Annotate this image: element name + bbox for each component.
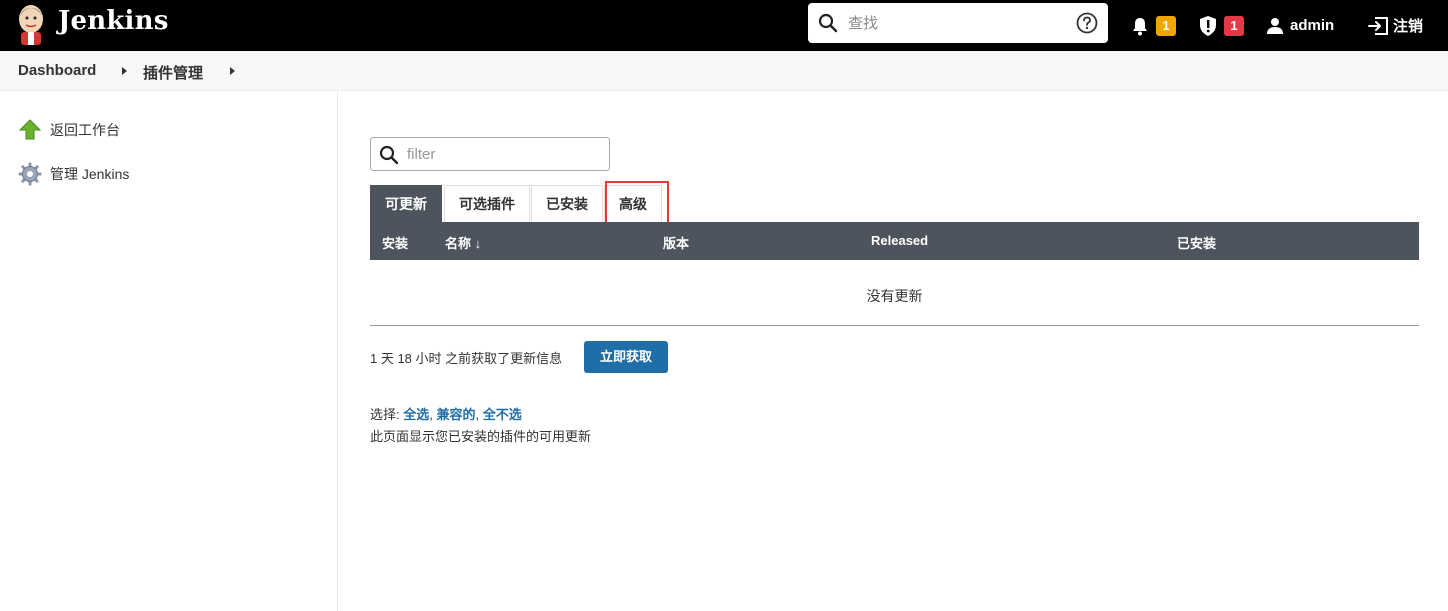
column-header-install[interactable]: 安装 xyxy=(382,233,408,252)
sidebar-item-back-to-dashboard[interactable]: 返回工作台 xyxy=(18,118,120,142)
table-empty-row: 没有更新 xyxy=(370,260,1419,326)
logout-icon xyxy=(1368,16,1388,35)
top-header: Jenkins 1 1 admin xyxy=(0,0,1448,51)
brand-title[interactable]: Jenkins xyxy=(58,6,169,36)
breadcrumb: Dashboard 插件管理 xyxy=(0,51,1448,91)
fetch-now-button[interactable]: 立即获取 xyxy=(584,341,668,373)
search-input[interactable] xyxy=(848,9,1068,37)
select-compatible-link[interactable]: 兼容的 xyxy=(437,407,476,422)
notifications-button[interactable]: 1 xyxy=(1130,0,1176,51)
sidebar: 返回工作台 管理 Jenkins xyxy=(0,92,338,611)
username: admin xyxy=(1290,17,1335,34)
logout-button[interactable]: 注销 xyxy=(1367,0,1423,51)
select-line: 选择: 全选, 兼容的, 全不选 xyxy=(370,407,522,422)
breadcrumb-chevron-icon[interactable] xyxy=(122,67,127,75)
last-check-text: 1 天 18 小时 之前获取了更新信息 xyxy=(370,351,563,366)
select-none-link[interactable]: 全不选 xyxy=(483,407,522,422)
sidebar-item-label: 管理 Jenkins xyxy=(50,166,130,182)
select-label: 选择: xyxy=(370,407,400,422)
gear-icon xyxy=(18,162,42,186)
security-badge: 1 xyxy=(1224,15,1244,36)
security-alerts-button[interactable]: 1 xyxy=(1198,0,1244,51)
search-icon xyxy=(379,145,399,165)
tab-installed[interactable]: 已安装 xyxy=(531,185,603,222)
breadcrumb-dashboard[interactable]: Dashboard xyxy=(18,62,96,79)
shield-icon xyxy=(1200,15,1216,36)
up-arrow-icon xyxy=(18,119,42,140)
empty-message: 没有更新 xyxy=(866,288,923,304)
select-all-link[interactable]: 全选 xyxy=(403,407,429,422)
filter-box xyxy=(370,137,610,171)
user-icon xyxy=(1267,17,1283,34)
column-header-name[interactable]: 名称 ↓ xyxy=(445,233,481,252)
help-icon[interactable] xyxy=(1076,12,1098,34)
column-header-released[interactable]: Released xyxy=(871,233,928,248)
page-description: 此页面显示您已安装的插件的可用更新 xyxy=(370,429,592,444)
search-box xyxy=(808,3,1108,43)
user-menu[interactable]: admin xyxy=(1266,0,1334,51)
logout-label: 注销 xyxy=(1393,18,1424,35)
filter-input[interactable] xyxy=(407,143,597,165)
breadcrumb-plugin-manager[interactable]: 插件管理 xyxy=(143,62,203,83)
column-header-installed[interactable]: 已安装 xyxy=(1177,233,1216,252)
bell-icon xyxy=(1133,17,1147,35)
sidebar-item-label: 返回工作台 xyxy=(50,122,120,138)
notifications-badge: 1 xyxy=(1156,15,1176,36)
table-header: 安装 名称 ↓ 版本 Released 已安装 xyxy=(370,222,1419,260)
tab-updates[interactable]: 可更新 xyxy=(370,185,442,222)
breadcrumb-chevron-icon[interactable] xyxy=(230,67,235,75)
tab-available[interactable]: 可选插件 xyxy=(444,185,530,222)
column-header-version[interactable]: 版本 xyxy=(663,233,689,252)
sidebar-item-manage-jenkins[interactable]: 管理 Jenkins xyxy=(18,162,129,186)
search-icon xyxy=(818,13,838,33)
jenkins-logo-icon[interactable] xyxy=(16,3,46,45)
